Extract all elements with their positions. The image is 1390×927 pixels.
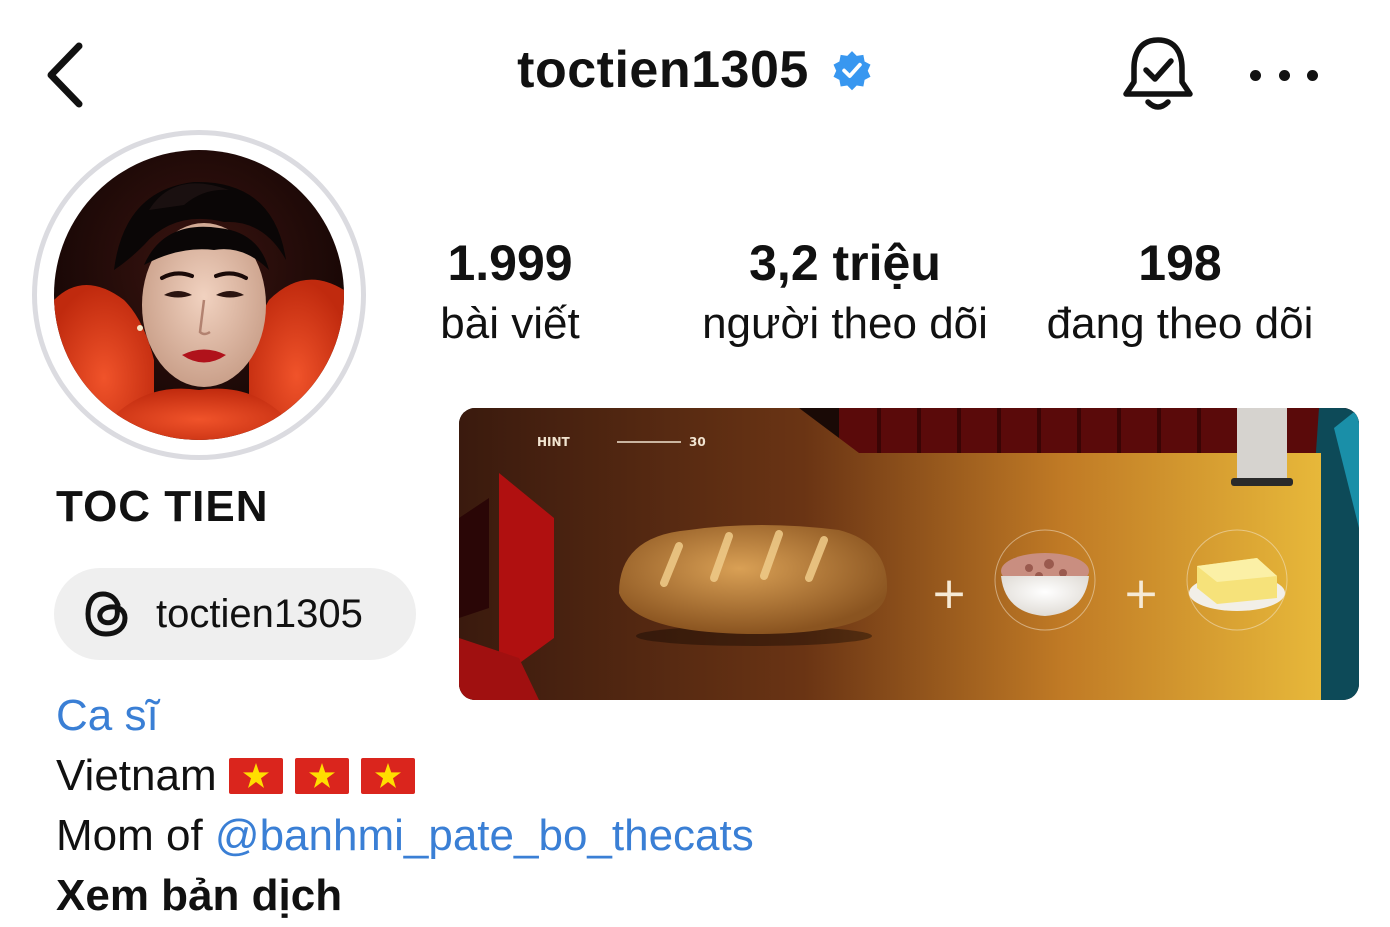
profile-category[interactable]: Ca sĩ bbox=[56, 686, 159, 746]
verified-badge-icon bbox=[833, 51, 871, 91]
banner-image: HINT 30 + + bbox=[459, 408, 1359, 700]
threads-icon bbox=[85, 591, 128, 637]
profile-header: toctien1305 bbox=[0, 0, 1390, 150]
vietnam-flag-icon bbox=[360, 758, 415, 794]
bio-prefix: Mom of bbox=[56, 811, 215, 860]
following-count[interactable]: 198 đang theo dõi bbox=[1030, 230, 1330, 352]
promo-banner[interactable]: HINT 30 + + bbox=[459, 408, 1359, 700]
banner-plus-1: + bbox=[931, 568, 968, 619]
more-options-button[interactable] bbox=[1250, 55, 1318, 95]
notifications-button[interactable] bbox=[1118, 32, 1198, 118]
bell-check-icon bbox=[1123, 37, 1193, 110]
bio-location-line: Vietnam bbox=[56, 746, 415, 806]
following-count-label: đang theo dõi bbox=[1046, 299, 1314, 348]
avatar bbox=[54, 150, 344, 440]
vietnam-flag-icon bbox=[294, 758, 349, 794]
posts-count-label: bài viết bbox=[440, 299, 580, 348]
bio-location: Vietnam bbox=[56, 751, 217, 800]
more-dot-icon bbox=[1307, 69, 1318, 81]
bio-mention-link[interactable]: @banhmi_pate_bo_thecats bbox=[215, 811, 754, 860]
followers-count-label: người theo dõi bbox=[702, 299, 988, 348]
see-translation-button[interactable]: Xem bản dịch bbox=[56, 866, 342, 926]
banner-plus-2: + bbox=[1123, 568, 1160, 619]
followers-count-value: 3,2 triệu bbox=[749, 235, 941, 291]
banner-hint-number: 30 bbox=[689, 435, 706, 449]
posts-count[interactable]: 1.999 bài viết bbox=[420, 230, 600, 352]
threads-handle: toctien1305 bbox=[156, 591, 363, 636]
followers-count[interactable]: 3,2 triệu người theo dõi bbox=[690, 230, 1000, 352]
banner-hint-label: HINT bbox=[537, 435, 571, 449]
avatar-portrait-image bbox=[54, 150, 344, 440]
bio-mom-line: Mom of @banhmi_pate_bo_thecats bbox=[56, 806, 754, 866]
profile-username: toctien1305 bbox=[517, 41, 809, 99]
avatar-story-ring[interactable] bbox=[32, 130, 366, 460]
more-dot-icon bbox=[1250, 69, 1261, 81]
posts-count-value: 1.999 bbox=[447, 235, 573, 291]
following-count-value: 198 bbox=[1138, 235, 1222, 291]
threads-link-button[interactable]: toctien1305 bbox=[54, 568, 416, 660]
more-dot-icon bbox=[1278, 69, 1290, 81]
profile-stats: 1.999 bài viết 3,2 triệu người theo dõi … bbox=[400, 230, 1360, 360]
vietnam-flag-icon bbox=[228, 758, 283, 794]
display-name: TOC TIEN bbox=[56, 482, 269, 531]
